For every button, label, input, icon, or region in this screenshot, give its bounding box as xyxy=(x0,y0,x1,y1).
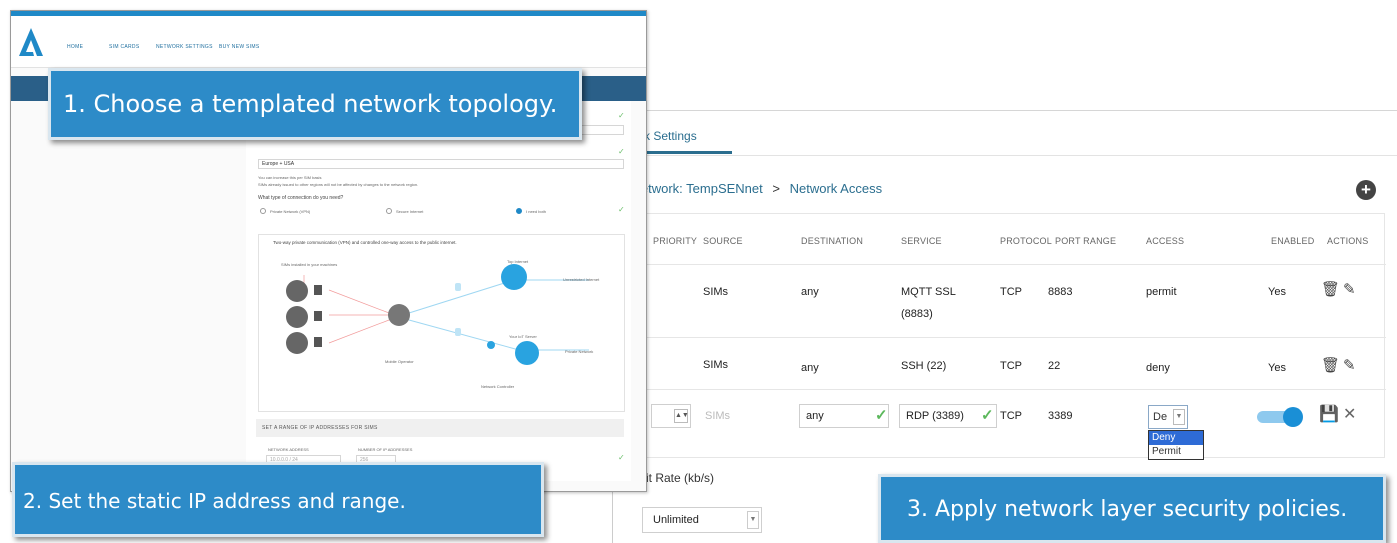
callout-step-1: 1. Choose a templated network topology. xyxy=(48,68,582,140)
diagram-label-sims: SIMs installed in your machines xyxy=(281,262,338,267)
priority-stepper[interactable]: ▲▼ xyxy=(651,404,691,428)
source-input[interactable]: SIMs xyxy=(705,410,730,422)
access-select-value: De xyxy=(1153,411,1168,423)
nav-buy-new-sims[interactable]: BUY NEW SIMS xyxy=(219,44,259,50)
stepper-arrows-icon[interactable]: ▲▼ xyxy=(674,409,689,423)
app-header: HOME SIM CARDS NETWORK SETTINGS BUY NEW … xyxy=(11,16,646,68)
diagram-label-operator: Mobile Operator xyxy=(385,359,414,364)
save-icon[interactable]: 💾 xyxy=(1319,404,1339,424)
radio-secure-internet[interactable] xyxy=(386,208,392,214)
callout-text: 1. Choose a templated network topology. xyxy=(63,90,558,118)
diagram-label-internet: Top Internet xyxy=(507,259,529,264)
callout-text: 2. Set the static IP address and range. xyxy=(23,489,406,513)
col-source: SOURCE xyxy=(703,236,743,246)
ip-range-section-title: SET A RANGE OF IP ADDRESSES FOR SIMS xyxy=(256,419,624,437)
tab-network-settings[interactable]: rk Settings xyxy=(640,129,697,143)
close-icon[interactable]: ✕ xyxy=(1343,404,1356,424)
plus-circle-icon[interactable]: + xyxy=(1356,180,1376,200)
tab-bar: rk Settings xyxy=(612,111,1397,156)
radio-both[interactable] xyxy=(516,208,522,214)
nav-network-settings[interactable]: NETWORK SETTINGS xyxy=(156,44,213,50)
step-check-icon: ✓ xyxy=(618,111,625,120)
step-check-icon: ✓ xyxy=(618,205,625,214)
callout-step-2: 2. Set the static IP address and range. xyxy=(12,462,544,537)
callout-step-3: 3. Apply network layer security policies… xyxy=(878,474,1386,543)
option-label: Secure Internet xyxy=(396,209,424,214)
protocol-value: TCP xyxy=(1000,410,1022,422)
cell-service-port: (8883) xyxy=(901,308,933,320)
cell-port: 22 xyxy=(1048,360,1061,372)
region-note: SIMs already issued to other regions wil… xyxy=(258,182,419,187)
row-divider xyxy=(631,389,1386,390)
cell-port: 8883 xyxy=(1048,286,1073,298)
ip-count-label: NUMBER OF IP ADDRESSES xyxy=(358,447,413,452)
pencil-icon[interactable]: ✎ xyxy=(1343,280,1356,298)
active-tab-indicator xyxy=(632,151,732,154)
option-deny[interactable]: Deny xyxy=(1149,431,1203,445)
diagram-label-iot-server: Your IoT Server xyxy=(509,334,537,339)
access-rules-table: PRIORITY SOURCE DESTINATION SERVICE PROT… xyxy=(630,213,1386,460)
trash-icon[interactable]: 🗑 xyxy=(1321,280,1340,298)
option-label: Private Network (VPN) xyxy=(270,209,311,214)
cell-access: permit xyxy=(1146,286,1177,298)
cell-protocol: TCP xyxy=(1000,286,1022,298)
diagram-label-controller: Network Controller xyxy=(481,384,515,389)
region-select[interactable]: Europe + USA xyxy=(258,159,624,169)
diagram-label-private: Private Network xyxy=(565,349,594,354)
cell-source: SIMs xyxy=(703,286,729,298)
cell-enabled: Yes xyxy=(1268,286,1286,298)
region-note: You can increase this per SIM basis xyxy=(258,175,322,180)
wizard-card: ✓ ✓ Europe + USA You can increase this p… xyxy=(246,101,631,481)
diagram-label-unrestricted: Unrestricted Internet xyxy=(563,277,600,282)
chevron-down-icon[interactable]: ▼ xyxy=(747,511,759,529)
breadcrumb-separator: > xyxy=(772,181,780,196)
breadcrumb: letwork: TempSENnet > Network Access xyxy=(638,181,882,196)
col-priority: PRIORITY xyxy=(653,236,698,246)
valid-check-icon: ✓ xyxy=(875,407,888,424)
connection-question: What type of connection do you need? xyxy=(258,195,344,201)
row-divider xyxy=(631,337,1386,338)
callout-text: 3. Apply network layer security policies… xyxy=(907,497,1348,522)
bit-rate-select[interactable]: Unlimited ▼ xyxy=(642,507,762,533)
enabled-toggle[interactable] xyxy=(1257,407,1303,427)
bit-rate-label: Bit Rate (kb/s) xyxy=(638,471,715,485)
step-check-icon: ✓ xyxy=(618,453,625,462)
cell-destination: any xyxy=(801,286,819,298)
nav-home[interactable]: HOME xyxy=(67,44,83,50)
valid-check-icon: ✓ xyxy=(981,407,994,424)
cell-source: SIMs xyxy=(703,359,729,371)
col-actions: ACTIONS xyxy=(1327,236,1369,246)
col-enabled: ENABLED xyxy=(1271,236,1315,246)
col-protocol: PROTOCOL xyxy=(1000,236,1052,246)
radio-vpn[interactable] xyxy=(260,208,266,214)
cell-service: MQTT SSL xyxy=(901,286,956,298)
option-label: I need both xyxy=(526,209,547,214)
chevron-down-icon[interactable]: ▼ xyxy=(1173,409,1185,425)
cell-access: deny xyxy=(1146,362,1170,374)
cell-enabled: Yes xyxy=(1268,362,1286,374)
trash-icon[interactable]: 🗑 xyxy=(1321,356,1340,374)
pencil-icon[interactable]: ✎ xyxy=(1343,356,1356,374)
port-value: 3389 xyxy=(1048,410,1073,422)
toggle-knob xyxy=(1283,407,1303,427)
step-check-icon: ✓ xyxy=(618,147,625,156)
cell-destination: any xyxy=(801,362,819,374)
access-select[interactable]: De ▼ xyxy=(1148,405,1188,429)
col-port-range: PORT RANGE xyxy=(1055,236,1117,246)
network-address-label: NETWORK ADDRESS xyxy=(268,447,309,452)
brand-logo-icon[interactable] xyxy=(19,28,43,56)
col-access: ACCESS xyxy=(1146,236,1185,246)
nav-sim-cards[interactable]: SIM CARDS xyxy=(109,44,139,50)
bit-rate-value: Unlimited xyxy=(653,514,699,526)
cell-service: SSH (22) xyxy=(901,360,947,372)
breadcrumb-network[interactable]: letwork: TempSENnet xyxy=(638,181,763,196)
col-destination: DESTINATION xyxy=(801,236,864,246)
cell-protocol: TCP xyxy=(1000,360,1022,372)
row-divider xyxy=(631,264,1386,265)
topology-diagram: Two-way private communication (VPN) and … xyxy=(258,234,625,412)
col-service: SERVICE xyxy=(901,236,942,246)
option-permit[interactable]: Permit xyxy=(1149,445,1203,459)
access-dropdown-list: Deny Permit xyxy=(1148,430,1204,460)
breadcrumb-page: Network Access xyxy=(789,181,883,196)
